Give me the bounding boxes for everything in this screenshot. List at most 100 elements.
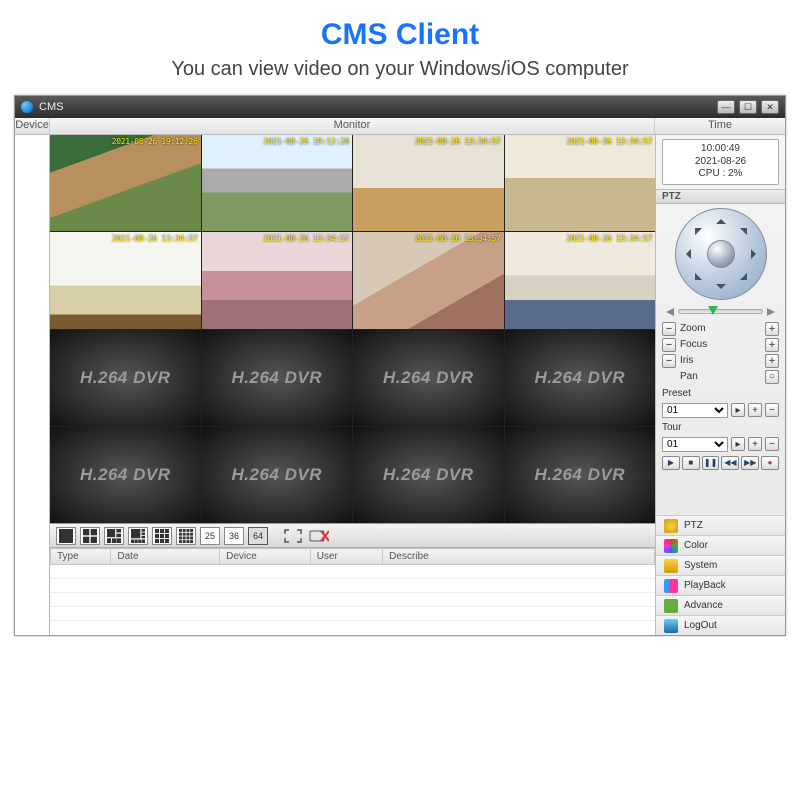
- record-button[interactable]: ●: [761, 456, 779, 470]
- camera-tile-2[interactable]: 2021-08-26 19:12:28: [202, 135, 353, 231]
- page-subline: You can view video on your Windows/iOS c…: [0, 58, 800, 81]
- preset-select[interactable]: 01: [662, 403, 728, 418]
- app-logo-icon: [21, 101, 33, 113]
- log-col-type[interactable]: Type: [51, 549, 111, 565]
- timestamp-overlay: 2021-08-26 13:34:57: [112, 234, 198, 243]
- minimize-button[interactable]: —: [717, 100, 735, 114]
- stop-button[interactable]: ■: [682, 456, 700, 470]
- disconnect-all-button[interactable]: [308, 527, 330, 545]
- focus-out-button[interactable]: −: [662, 338, 676, 352]
- playback-icon: [664, 579, 678, 593]
- preset-add-button[interactable]: +: [748, 403, 762, 417]
- prev-button[interactable]: ◀◀: [721, 456, 739, 470]
- layout-4-button[interactable]: [80, 527, 100, 545]
- ptz-speed-slider[interactable]: [662, 308, 779, 316]
- play-button[interactable]: ▶: [662, 456, 680, 470]
- ptz-section-title: PTZ: [656, 189, 785, 204]
- camera-tile-1[interactable]: 2021-08-26 19:12:26: [50, 135, 201, 231]
- clock-value: 10:00:49: [663, 143, 778, 156]
- focus-in-button[interactable]: +: [765, 338, 779, 352]
- layout-6-button[interactable]: [104, 527, 124, 545]
- advance-icon: [664, 599, 678, 613]
- no-signal-label: H.264 DVR: [535, 368, 625, 388]
- ptz-center-button[interactable]: [707, 240, 735, 268]
- camera-tile-3[interactable]: 2021-08-26 13:34:57: [353, 135, 504, 231]
- zoom-out-button[interactable]: −: [662, 322, 676, 336]
- layout-36-button[interactable]: 36: [224, 527, 244, 545]
- color-icon: [664, 539, 678, 553]
- iris-close-button[interactable]: −: [662, 354, 676, 368]
- zoom-in-button[interactable]: +: [765, 322, 779, 336]
- right-panel: 10:00:49 2021-08-26 CPU : 2% PTZ: [655, 135, 785, 635]
- log-col-device[interactable]: Device: [220, 549, 311, 565]
- camera-tile-7[interactable]: 2021-08-26 13:34:57: [353, 232, 504, 328]
- camera-tile-empty[interactable]: H.264 DVR: [353, 427, 504, 523]
- menu-color[interactable]: Color: [656, 535, 785, 555]
- layout-1-button[interactable]: [56, 527, 76, 545]
- menu-advance[interactable]: Advance: [656, 595, 785, 615]
- tour-goto-button[interactable]: ▸: [731, 437, 745, 451]
- menu-system[interactable]: System: [656, 555, 785, 575]
- camera-tile-5[interactable]: 2021-08-26 13:34:57: [50, 232, 201, 328]
- layout-64-button[interactable]: 64: [248, 527, 268, 545]
- tour-add-button[interactable]: +: [748, 437, 762, 451]
- close-button[interactable]: ✕: [761, 100, 779, 114]
- timestamp-overlay: 2021-08-26 13:34:57: [566, 137, 652, 146]
- camera-tile-6[interactable]: 2021-08-26 13:34:57: [202, 232, 353, 328]
- preset-goto-button[interactable]: ▸: [731, 403, 745, 417]
- camera-tile-empty[interactable]: H.264 DVR: [202, 427, 353, 523]
- zoom-label: Zoom: [676, 323, 765, 334]
- log-col-user[interactable]: User: [310, 549, 382, 565]
- ptz-right-button[interactable]: [751, 249, 761, 259]
- system-icon: [664, 559, 678, 573]
- ptz-dpad: [675, 208, 767, 300]
- device-panel[interactable]: [15, 135, 50, 635]
- tour-del-button[interactable]: −: [765, 437, 779, 451]
- timestamp-overlay: 2021-08-26 13:34:57: [415, 234, 501, 243]
- no-signal-label: H.264 DVR: [535, 465, 625, 485]
- iris-open-button[interactable]: +: [765, 354, 779, 368]
- ptz-left-button[interactable]: [681, 249, 691, 259]
- right-menu: PTZ Color System PlayBack Advance LogOut: [656, 515, 785, 635]
- camera-tile-empty[interactable]: H.264 DVR: [202, 330, 353, 426]
- timestamp-overlay: 2021-08-26 13:34:57: [263, 234, 349, 243]
- camera-tile-empty[interactable]: H.264 DVR: [50, 427, 201, 523]
- speed-fast-icon: [767, 308, 779, 316]
- ptz-up-button[interactable]: [716, 214, 726, 224]
- ptz-icon: [664, 519, 678, 533]
- menu-logout[interactable]: LogOut: [656, 615, 785, 635]
- layout-8-button[interactable]: [128, 527, 148, 545]
- pause-button[interactable]: ❚❚: [702, 456, 720, 470]
- no-signal-label: H.264 DVR: [383, 368, 473, 388]
- menu-ptz[interactable]: PTZ: [656, 515, 785, 535]
- fullscreen-button[interactable]: [282, 527, 304, 545]
- cpu-usage: CPU : 2%: [663, 168, 778, 181]
- log-col-date[interactable]: Date: [111, 549, 220, 565]
- tab-time[interactable]: Time: [655, 118, 785, 134]
- layout-16-button[interactable]: [176, 527, 196, 545]
- event-log[interactable]: Type Date Device User Describe: [50, 547, 655, 635]
- pan-toggle-button[interactable]: ○: [765, 370, 779, 384]
- monitor-panel: 2021-08-26 19:12:26 2021-08-26 19:12:28 …: [50, 135, 655, 635]
- layout-9-button[interactable]: [152, 527, 172, 545]
- titlebar: CMS — ☐ ✕: [15, 96, 785, 118]
- tab-monitor[interactable]: Monitor: [50, 118, 655, 134]
- camera-tile-empty[interactable]: H.264 DVR: [505, 330, 656, 426]
- tour-select[interactable]: 01: [662, 437, 728, 452]
- tab-device[interactable]: Device: [15, 118, 50, 134]
- menu-playback[interactable]: PlayBack: [656, 575, 785, 595]
- next-button[interactable]: ▶▶: [741, 456, 759, 470]
- camera-tile-4[interactable]: 2021-08-26 13:34:57: [505, 135, 656, 231]
- camera-tile-empty[interactable]: H.264 DVR: [505, 427, 656, 523]
- camera-tile-empty[interactable]: H.264 DVR: [353, 330, 504, 426]
- ptz-down-button[interactable]: [716, 284, 726, 294]
- tour-label: Tour: [662, 422, 696, 433]
- timestamp-overlay: 2021-08-26 13:34:57: [566, 234, 652, 243]
- layout-25-button[interactable]: 25: [200, 527, 220, 545]
- camera-tile-8[interactable]: 2021-08-26 13:34:57: [505, 232, 656, 328]
- preset-del-button[interactable]: −: [765, 403, 779, 417]
- pan-label: Pan: [676, 371, 765, 382]
- log-col-describe[interactable]: Describe: [383, 549, 655, 565]
- camera-tile-empty[interactable]: H.264 DVR: [50, 330, 201, 426]
- maximize-button[interactable]: ☐: [739, 100, 757, 114]
